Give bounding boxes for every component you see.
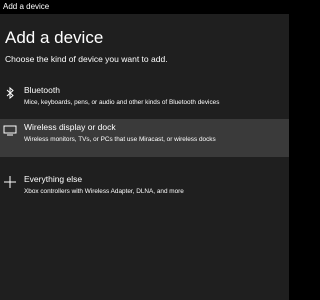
add-device-dialog: Add a device Choose the kind of device y… [0, 14, 289, 300]
everything-else-option-description: Xbox controllers with Wireless Adapter, … [24, 188, 184, 195]
bluetooth-option-description: Mice, keyboards, pens, or audio and othe… [24, 99, 220, 106]
window-title: Add a device [3, 2, 50, 11]
monitor-icon [3, 123, 17, 137]
bluetooth-option-title: Bluetooth [24, 85, 60, 95]
bluetooth-icon [3, 86, 17, 100]
wireless-display-option[interactable]: Wireless display or dock Wireless monito… [0, 119, 289, 157]
everything-else-option-title: Everything else [24, 174, 83, 184]
plus-icon [3, 175, 17, 189]
page-subtitle: Choose the kind of device you want to ad… [5, 54, 168, 64]
title-bar: Add a device [0, 0, 289, 14]
everything-else-option[interactable]: Everything else Xbox controllers with Wi… [0, 171, 289, 207]
bluetooth-option[interactable]: Bluetooth Mice, keyboards, pens, or audi… [0, 82, 289, 118]
wireless-display-option-description: Wireless monitors, TVs, or PCs that use … [24, 136, 216, 143]
page-title: Add a device [5, 28, 104, 47]
wireless-display-option-title: Wireless display or dock [24, 122, 116, 132]
